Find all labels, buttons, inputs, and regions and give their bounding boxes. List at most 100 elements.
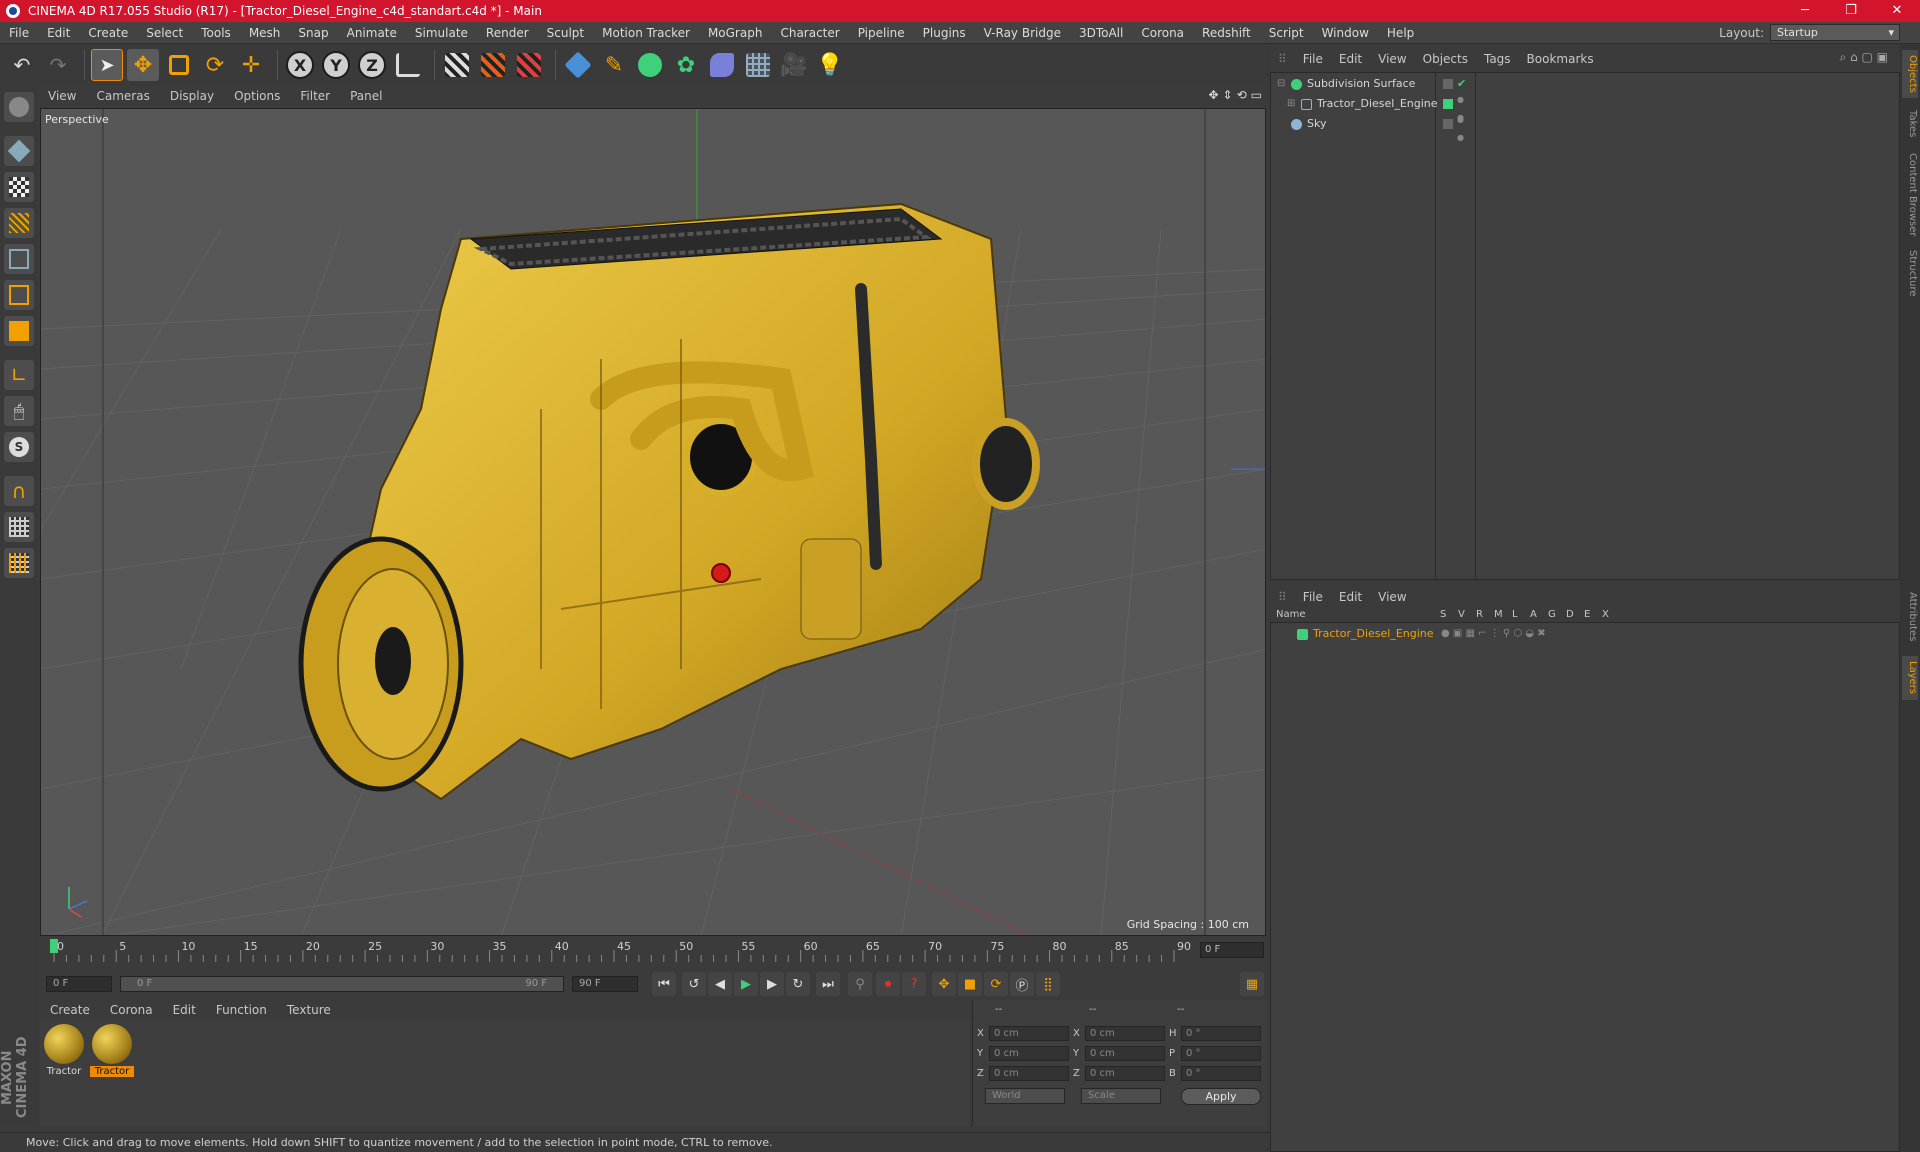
menu-character[interactable]: Character: [771, 26, 848, 40]
3d-viewport[interactable]: Perspective Grid Spacing : 100 cm: [40, 108, 1266, 936]
layer-color-icon[interactable]: [1443, 99, 1453, 109]
render-settings-button[interactable]: [513, 49, 545, 81]
material-menu-texture[interactable]: Texture: [277, 1003, 341, 1017]
menu-simulate[interactable]: Simulate: [406, 26, 477, 40]
floor-button[interactable]: [742, 49, 774, 81]
layer-col-view[interactable]: V: [1458, 609, 1465, 620]
size-z-field[interactable]: 0 cm: [1085, 1066, 1165, 1081]
record-active-button[interactable]: ⏺: [876, 972, 900, 996]
key-parameter-button[interactable]: Ⓟ: [1010, 972, 1034, 996]
light-button[interactable]: 💡: [814, 49, 846, 81]
menu-sculpt[interactable]: Sculpt: [538, 26, 593, 40]
layer-col-generators[interactable]: G: [1548, 609, 1556, 620]
apply-button[interactable]: Apply: [1181, 1088, 1261, 1105]
rotate-tool-button[interactable]: ⟳: [199, 49, 231, 81]
tree-expand-icon[interactable]: ⊟: [1277, 75, 1285, 93]
axis-mode-button[interactable]: ∟: [4, 360, 34, 390]
texture-mode-button[interactable]: [4, 172, 34, 202]
viewport-menu-cameras[interactable]: Cameras: [86, 89, 159, 103]
previous-key-button[interactable]: ↺: [682, 972, 706, 996]
tab-layers[interactable]: Layers: [1902, 656, 1918, 700]
layout-dropdown[interactable]: Startup: [1770, 24, 1900, 41]
end-frame-field[interactable]: 90 F: [572, 976, 638, 992]
layer-menu-edit[interactable]: Edit: [1331, 590, 1370, 604]
transform-mode-dropdown[interactable]: Scale: [1081, 1088, 1161, 1104]
layer-menu-file[interactable]: File: [1295, 590, 1331, 604]
material-swatch-selected[interactable]: Tractor: [90, 1024, 134, 1077]
object-menu-bookmarks[interactable]: Bookmarks: [1519, 52, 1602, 66]
transform-tool-button[interactable]: ✛: [235, 49, 267, 81]
material-menu-corona[interactable]: Corona: [100, 1003, 163, 1017]
deformer-button[interactable]: [706, 49, 738, 81]
x-axis-lock-button[interactable]: X: [284, 49, 316, 81]
frame-range-slider[interactable]: 0 F 90 F: [120, 976, 564, 992]
render-view-button[interactable]: [441, 49, 473, 81]
menu-script[interactable]: Script: [1260, 26, 1313, 40]
menu-motion-tracker[interactable]: Motion Tracker: [593, 26, 699, 40]
menu-vray-bridge[interactable]: V-Ray Bridge: [975, 26, 1070, 40]
size-x-field[interactable]: 0 cm: [1085, 1026, 1165, 1041]
layer-name[interactable]: Tractor_Diesel_Engine: [1313, 625, 1434, 643]
menu-select[interactable]: Select: [137, 26, 192, 40]
play-button[interactable]: ▶: [734, 972, 758, 996]
make-editable-button[interactable]: [4, 92, 34, 122]
layer-col-deformers[interactable]: D: [1566, 609, 1574, 620]
timeline-ruler[interactable]: 0 5 10 15 20 25 30 35 40 45 50 55 60 65 70 75 80 85 90: [50, 938, 1200, 964]
redo-button[interactable]: ↷: [42, 49, 74, 81]
go-to-start-button[interactable]: ⏮: [652, 972, 676, 996]
material-swatch[interactable]: Tractor: [42, 1024, 86, 1077]
viewport-dolly-icon[interactable]: ⇕: [1223, 88, 1233, 102]
layer-color-swatch[interactable]: [1297, 629, 1308, 640]
render-picture-viewer-button[interactable]: [477, 49, 509, 81]
tab-content-browser[interactable]: Content Browser: [1902, 150, 1918, 240]
timeline-window-button[interactable]: ▦: [1240, 972, 1264, 996]
layer-col-xref[interactable]: X: [1602, 609, 1609, 620]
magnet-button[interactable]: ∩: [4, 476, 34, 506]
move-tool-button[interactable]: ✥: [127, 49, 159, 81]
layer-row-tractor-diesel-engine[interactable]: Tractor_Diesel_Engine ● ▣ ▦ ⌐ ⋮ ⚲ ⬡ ◒ ✖: [1271, 625, 1899, 643]
layer-col-locked[interactable]: L: [1512, 609, 1518, 620]
key-scale-button[interactable]: ■: [958, 972, 982, 996]
maximize-button[interactable]: ❐: [1828, 0, 1874, 22]
cube-primitive-button[interactable]: [562, 49, 594, 81]
panel-grip-icon[interactable]: ⠿: [1270, 52, 1295, 66]
material-menu-edit[interactable]: Edit: [163, 1003, 206, 1017]
autokey-button[interactable]: ?: [902, 972, 926, 996]
tab-takes[interactable]: Takes: [1902, 104, 1918, 144]
points-mode-button[interactable]: [4, 244, 34, 274]
key-rotation-button[interactable]: ⟳: [984, 972, 1008, 996]
menu-help[interactable]: Help: [1378, 26, 1423, 40]
menu-3dtoall[interactable]: 3DToAll: [1070, 26, 1132, 40]
layer-flag-icon[interactable]: [1443, 79, 1453, 89]
tree-expand-icon[interactable]: ⊞: [1287, 95, 1295, 113]
previous-frame-button[interactable]: ◀: [708, 972, 732, 996]
object-menu-view[interactable]: View: [1370, 52, 1414, 66]
position-z-field[interactable]: 0 cm: [989, 1066, 1069, 1081]
motion-record-button[interactable]: ⚲: [848, 972, 872, 996]
menu-mesh[interactable]: Mesh: [240, 26, 290, 40]
menu-redshift[interactable]: Redshift: [1193, 26, 1260, 40]
object-menu-tags[interactable]: Tags: [1476, 52, 1519, 66]
menu-edit[interactable]: Edit: [38, 26, 79, 40]
menu-render[interactable]: Render: [477, 26, 538, 40]
viewport-orbit-icon[interactable]: ⟲: [1237, 88, 1247, 102]
material-menu-function[interactable]: Function: [206, 1003, 277, 1017]
viewport-menu-filter[interactable]: Filter: [290, 89, 340, 103]
menu-plugins[interactable]: Plugins: [914, 26, 975, 40]
size-y-field[interactable]: 0 cm: [1085, 1046, 1165, 1061]
object-menu-file[interactable]: File: [1295, 52, 1331, 66]
layer-col-solo[interactable]: S: [1440, 609, 1446, 620]
menu-create[interactable]: Create: [79, 26, 137, 40]
polygons-mode-button[interactable]: [4, 316, 34, 346]
undo-button[interactable]: ↶: [6, 49, 38, 81]
close-button[interactable]: ✕: [1874, 0, 1920, 22]
menu-window[interactable]: Window: [1313, 26, 1378, 40]
layer-flag-icon[interactable]: [1443, 119, 1453, 129]
menu-snap[interactable]: Snap: [289, 26, 337, 40]
timeline[interactable]: 0 5 10 15 20 25 30 35 40 45 50 55 60 65 70 75 80 85 90 0 F: [40, 938, 1266, 966]
layer-col-animation[interactable]: A: [1530, 609, 1537, 620]
position-y-field[interactable]: 0 cm: [989, 1046, 1069, 1061]
viewport-menu-panel[interactable]: Panel: [340, 89, 392, 103]
tab-objects[interactable]: Objects: [1902, 50, 1918, 98]
tweak-mode-button[interactable]: 🖱: [4, 396, 34, 426]
